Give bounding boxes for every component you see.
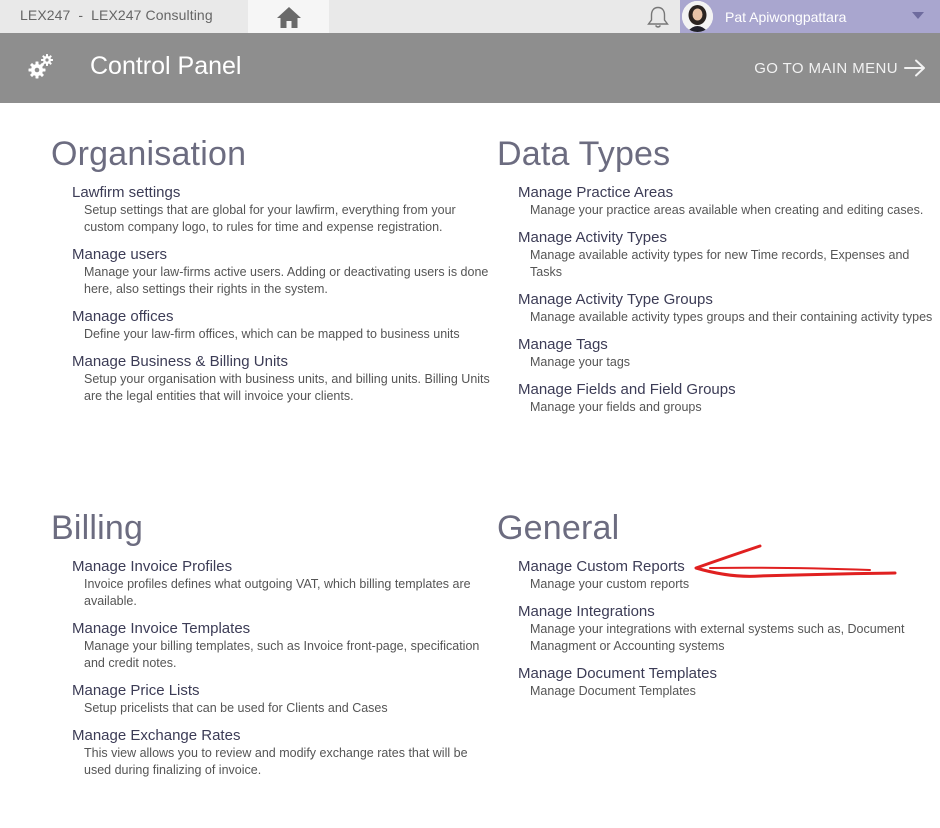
item-description: Setup pricelists that can be used for Cl… xyxy=(84,701,388,715)
list-item: Lawfirm settings Setup settings that are… xyxy=(72,183,491,236)
avatar xyxy=(682,1,713,32)
item-description: Manage your law-firms active users. Addi… xyxy=(84,265,489,296)
item-description: Manage available activity types for new … xyxy=(530,248,910,279)
item-description: This view allows you to review and modif… xyxy=(84,746,468,777)
list-item: Manage Invoice Templates Manage your bil… xyxy=(72,619,491,672)
manage-invoice-profiles-link[interactable]: Manage Invoice Profiles xyxy=(72,557,232,576)
manage-document-templates-link[interactable]: Manage Document Templates xyxy=(518,664,717,683)
organisation-section: Organisation Lawfirm settings Setup sett… xyxy=(51,135,491,414)
section-title: General xyxy=(497,509,620,547)
manage-price-lists-link[interactable]: Manage Price Lists xyxy=(72,681,200,700)
item-description: Manage your custom reports xyxy=(530,577,690,591)
chevron-down-icon[interactable] xyxy=(912,12,924,19)
item-description: Manage your billing templates, such as I… xyxy=(84,639,480,670)
user-name: Pat Apiwongpattara xyxy=(725,9,847,25)
section-title: Organisation xyxy=(51,135,247,173)
item-description: Manage your tags xyxy=(530,355,631,369)
manage-integrations-link[interactable]: Manage Integrations xyxy=(518,602,655,621)
list-item: Manage Activity Type Groups Manage avail… xyxy=(518,290,937,326)
manage-activity-type-groups-link[interactable]: Manage Activity Type Groups xyxy=(518,290,713,309)
user-menu[interactable]: Pat Apiwongpattara xyxy=(680,0,940,33)
list-item: Manage users Manage your law-firms activ… xyxy=(72,245,491,298)
app-title: LEX247 - LEX247 Consulting xyxy=(20,7,213,23)
top-bar: LEX247 - LEX247 Consulting Pat Apiwongpa… xyxy=(0,0,940,33)
manage-exchange-rates-link[interactable]: Manage Exchange Rates xyxy=(72,726,240,745)
go-to-main-menu-label: GO TO MAIN MENU xyxy=(754,59,898,77)
page-title: Control Panel xyxy=(90,52,242,80)
general-section: General Manage Custom Reports Manage you… xyxy=(497,509,937,709)
manage-offices-link[interactable]: Manage offices xyxy=(72,307,173,326)
list-item: Manage Tags Manage your tags xyxy=(518,335,937,371)
item-description: Setup settings that are global for your … xyxy=(84,203,456,234)
list-item: Manage offices Define your law-firm offi… xyxy=(72,307,491,343)
manage-users-link[interactable]: Manage users xyxy=(72,245,167,264)
go-to-main-menu-link[interactable]: GO TO MAIN MENU xyxy=(754,59,926,77)
item-description: Invoice profiles defines what outgoing V… xyxy=(84,577,471,608)
item-description: Manage your practice areas available whe… xyxy=(530,203,924,217)
list-item: Manage Practice Areas Manage your practi… xyxy=(518,183,937,219)
bell-icon[interactable] xyxy=(645,5,671,29)
list-item: Manage Invoice Profiles Invoice profiles… xyxy=(72,557,491,610)
item-description: Define your law-firm offices, which can … xyxy=(84,327,460,341)
page-header: Control Panel GO TO MAIN MENU xyxy=(0,33,940,103)
list-item: Manage Exchange Rates This view allows y… xyxy=(72,726,491,779)
section-title: Data Types xyxy=(497,135,671,173)
data-types-section: Data Types Manage Practice Areas Manage … xyxy=(497,135,937,425)
manage-invoice-templates-link[interactable]: Manage Invoice Templates xyxy=(72,619,250,638)
billing-section: Billing Manage Invoice Profiles Invoice … xyxy=(51,509,491,788)
arrow-right-icon xyxy=(904,59,925,77)
list-item: Manage Fields and Field Groups Manage yo… xyxy=(518,380,937,416)
item-description: Manage available activity types groups a… xyxy=(530,310,933,324)
list-item: Manage Business & Billing Units Setup yo… xyxy=(72,352,491,405)
home-button[interactable] xyxy=(248,0,329,33)
item-description: Setup your organisation with business un… xyxy=(84,372,490,403)
manage-practice-areas-link[interactable]: Manage Practice Areas xyxy=(518,183,673,202)
item-description: Manage your integrations with external s… xyxy=(530,622,905,653)
list-item: Manage Activity Types Manage available a… xyxy=(518,228,937,281)
manage-custom-reports-link[interactable]: Manage Custom Reports xyxy=(518,557,685,576)
manage-tags-link[interactable]: Manage Tags xyxy=(518,335,608,354)
manage-business-billing-units-link[interactable]: Manage Business & Billing Units xyxy=(72,352,288,371)
gears-icon xyxy=(28,54,53,79)
list-item: Manage Custom Reports Manage your custom… xyxy=(518,557,937,593)
list-item: Manage Price Lists Setup pricelists that… xyxy=(72,681,491,717)
manage-activity-types-link[interactable]: Manage Activity Types xyxy=(518,228,667,247)
manage-fields-link[interactable]: Manage Fields and Field Groups xyxy=(518,380,736,399)
item-description: Manage your fields and groups xyxy=(530,400,702,414)
section-title: Billing xyxy=(51,509,144,547)
lawfirm-settings-link[interactable]: Lawfirm settings xyxy=(72,183,180,202)
list-item: Manage Integrations Manage your integrat… xyxy=(518,602,937,655)
item-description: Manage Document Templates xyxy=(530,684,696,698)
list-item: Manage Document Templates Manage Documen… xyxy=(518,664,937,700)
home-icon xyxy=(276,6,301,28)
